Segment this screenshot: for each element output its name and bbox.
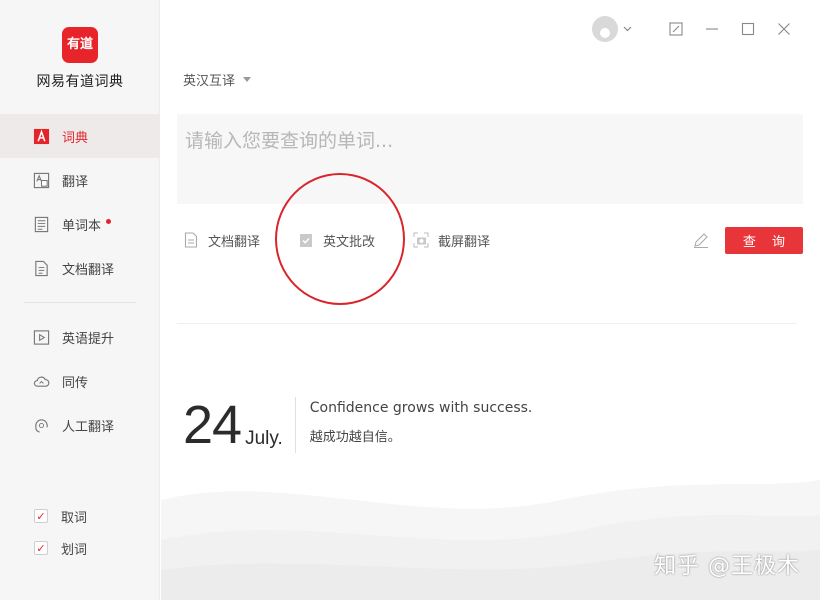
- daily-month: July.: [245, 428, 283, 449]
- caret-down-icon: [243, 77, 252, 82]
- camera-icon: [413, 232, 429, 248]
- sidebar-item-translate[interactable]: 翻译: [0, 158, 160, 202]
- sidebar-item-doc-translate[interactable]: 文档翻译: [0, 246, 160, 290]
- document-icon: [32, 259, 50, 277]
- sidebar: 有道 网易有道词典 词典 翻译 单词本 文档翻译 英语提升 同传 人工翻译 ✓ …: [0, 0, 160, 600]
- user-menu[interactable]: [592, 16, 632, 42]
- sidebar-item-label: 同传: [62, 375, 89, 391]
- sidebar-item-label: 词典: [62, 130, 89, 146]
- document-icon: [184, 232, 198, 248]
- mode-label: 英汉互译: [183, 74, 236, 89]
- capture-word-option[interactable]: ✓ 取词: [0, 500, 160, 532]
- close-icon[interactable]: [766, 16, 802, 42]
- select-word-checkbox[interactable]: ✓: [34, 541, 48, 555]
- sidebar-nav: 词典 翻译 单词本 文档翻译 英语提升 同传 人工翻译: [0, 114, 160, 447]
- daily-day: 24: [183, 395, 242, 455]
- doc-translate-button[interactable]: 文档翻译: [183, 231, 260, 250]
- screenshot-translate-button[interactable]: 截屏翻译: [413, 231, 490, 250]
- daily-divider: [294, 397, 296, 453]
- daily-quote: Confidence grows with success. 越成功越自信。: [310, 395, 533, 449]
- query-button[interactable]: 查 询: [725, 226, 803, 254]
- app-name: 网易有道词典: [36, 74, 124, 90]
- search-input[interactable]: [177, 114, 803, 204]
- sidebar-item-label: 翻译: [62, 174, 89, 190]
- sidebar-item-label: 英语提升: [62, 331, 115, 347]
- sidebar-item-human-translate[interactable]: 人工翻译: [0, 403, 160, 447]
- daily-sentence: 24 July. Confidence grows with success. …: [183, 395, 532, 455]
- sidebar-item-dictionary[interactable]: 词典: [0, 114, 160, 158]
- capture-word-checkbox[interactable]: ✓: [34, 509, 48, 523]
- headset-icon: [32, 416, 50, 434]
- app-brand: 有道 网易有道词典: [0, 27, 160, 91]
- sidebar-item-simultaneous[interactable]: 同传: [0, 359, 160, 403]
- sidebar-footer: ✓ 取词 ✓ 划词: [0, 500, 160, 564]
- option-label: 取词: [61, 510, 88, 526]
- quote-chinese: 越成功越自信。: [309, 430, 401, 445]
- sidebar-item-english-improve[interactable]: 英语提升: [0, 315, 160, 359]
- nav-divider: [24, 302, 136, 303]
- window-controls: [592, 16, 802, 42]
- translation-mode-dropdown[interactable]: 英汉互译: [183, 70, 252, 89]
- play-icon: [32, 328, 50, 346]
- sidebar-item-wordbook[interactable]: 单词本: [0, 202, 160, 246]
- select-word-option[interactable]: ✓ 划词: [0, 532, 160, 564]
- quote-english: Confidence grows with success.: [309, 400, 533, 416]
- app-logo: 有道: [62, 27, 98, 63]
- avatar[interactable]: [592, 16, 618, 42]
- dict-icon: [32, 127, 50, 145]
- sidebar-item-label: 人工翻译: [62, 419, 115, 435]
- chevron-down-icon[interactable]: [623, 26, 632, 32]
- cloud-icon: [32, 372, 50, 390]
- minimize-icon[interactable]: [694, 16, 730, 42]
- translate-icon: [32, 171, 50, 189]
- main-panel: 英汉互译 文档翻译 英文批改 截屏翻译 查 询 24 July. Confide…: [161, 0, 820, 600]
- notification-dot: [106, 218, 112, 224]
- screenshot-translate-label: 截屏翻译: [438, 234, 491, 250]
- wordbook-icon: [32, 215, 50, 233]
- sidebar-item-label: 单词本: [62, 218, 102, 234]
- maximize-icon[interactable]: [730, 16, 766, 42]
- compact-mode-icon[interactable]: [658, 16, 694, 42]
- content-divider: [177, 323, 797, 324]
- option-label: 划词: [61, 542, 88, 558]
- sidebar-item-label: 文档翻译: [62, 262, 115, 278]
- avatar-head: [600, 28, 610, 38]
- doc-translate-label: 文档翻译: [208, 234, 261, 250]
- annotation-circle: [275, 173, 405, 305]
- watermark: 知乎 @王极木: [654, 554, 800, 579]
- pen-icon[interactable]: [691, 230, 711, 250]
